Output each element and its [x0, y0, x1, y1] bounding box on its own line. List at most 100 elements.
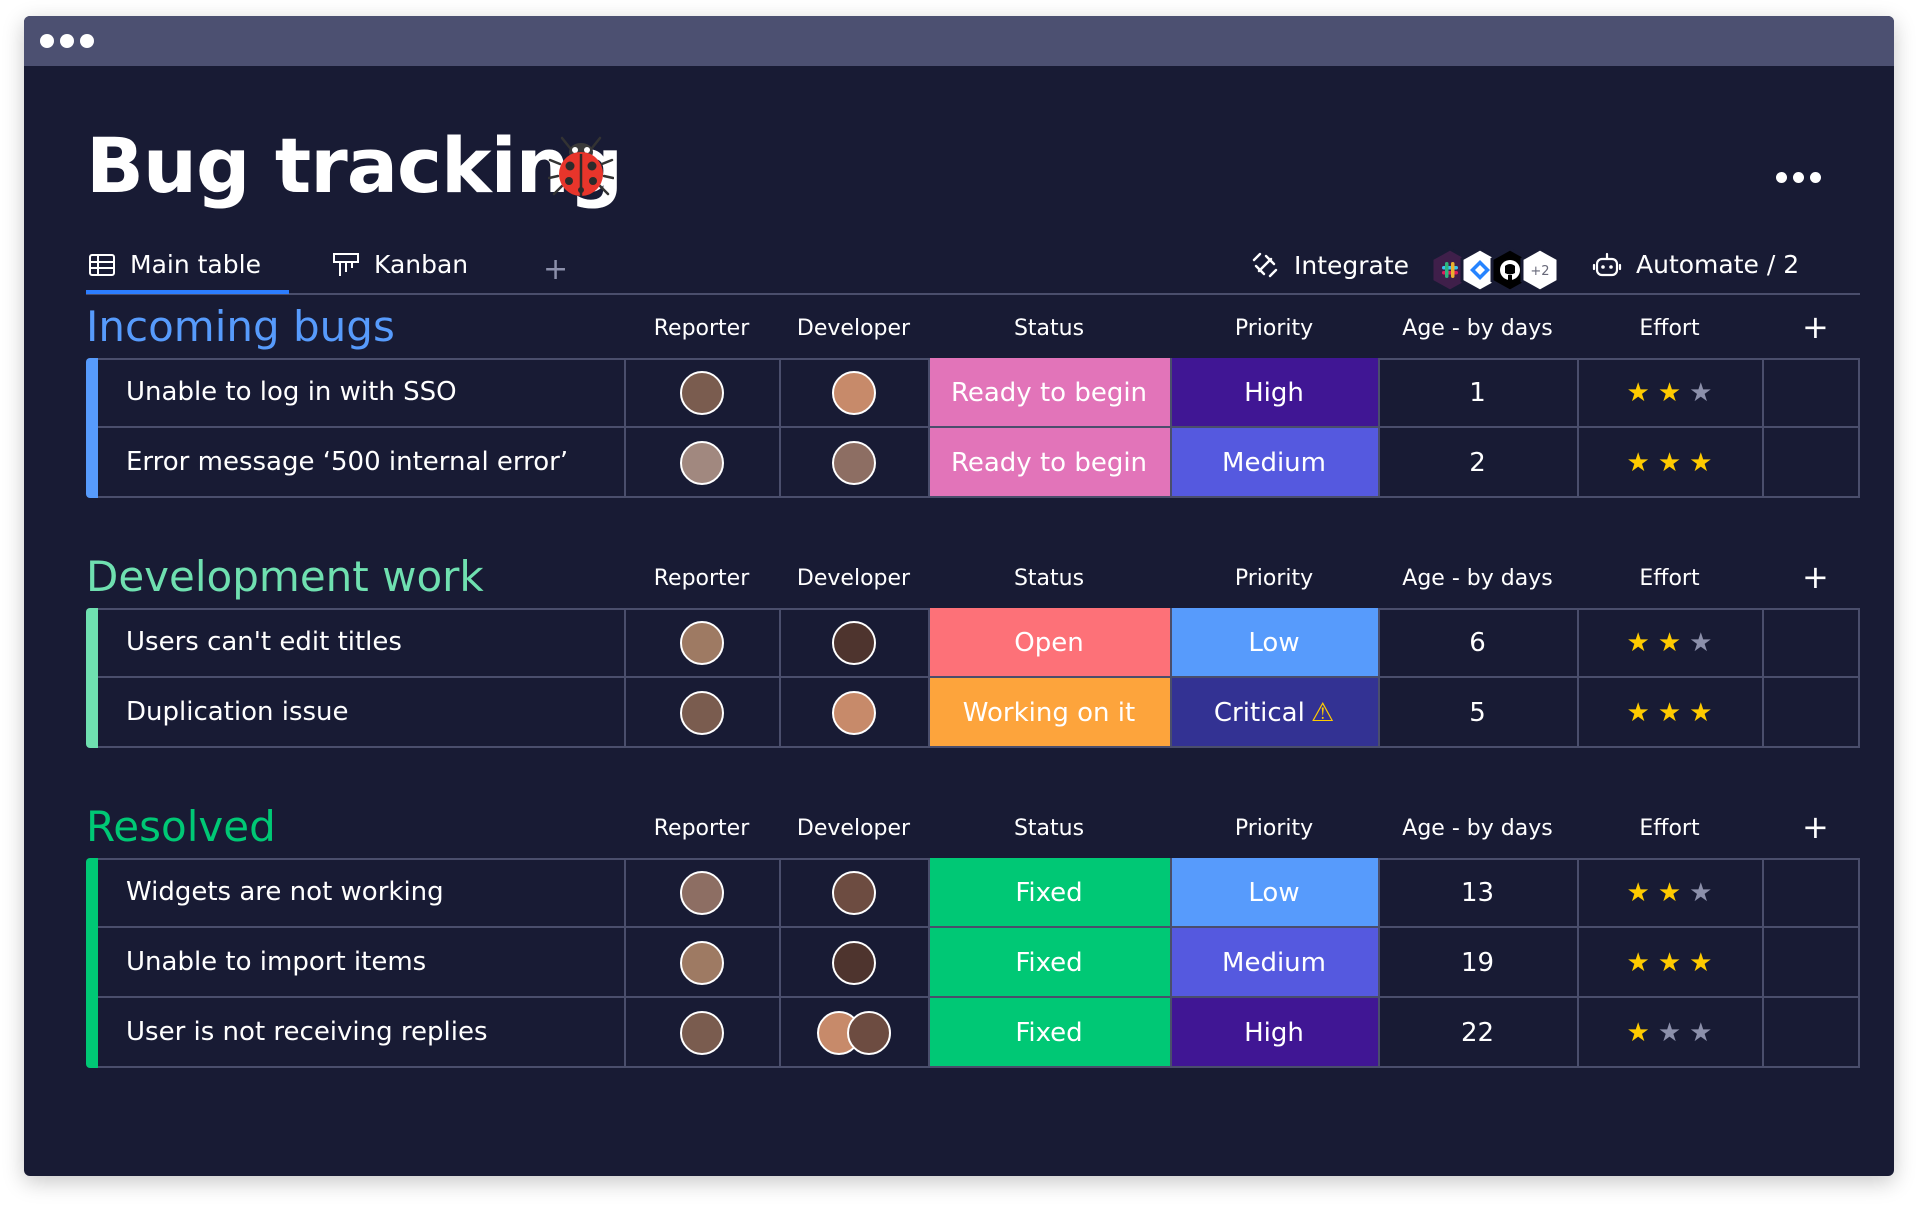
effort-rating[interactable]: ★ ★ ★	[1577, 998, 1762, 1068]
table-row[interactable]: Error message ‘500 internal error’ Ready …	[86, 428, 1860, 498]
age-cell[interactable]: 5	[1378, 678, 1577, 748]
developer-cell[interactable]	[779, 608, 928, 678]
developer-avatar[interactable]	[846, 1011, 891, 1055]
column-header[interactable]: Effort	[1577, 316, 1762, 341]
column-header[interactable]: Reporter	[624, 816, 779, 841]
column-header[interactable]: Priority	[1170, 566, 1378, 591]
status-cell[interactable]: Working on it	[928, 678, 1170, 748]
star-icon[interactable]: ★	[1689, 448, 1712, 478]
column-header[interactable]: Priority	[1170, 316, 1378, 341]
reporter-cell[interactable]	[624, 928, 779, 998]
priority-cell[interactable]: Medium	[1170, 428, 1378, 498]
item-name[interactable]: Unable to import items	[126, 947, 426, 977]
status-cell[interactable]: Ready to begin	[928, 358, 1170, 428]
developer-cell[interactable]	[779, 358, 928, 428]
column-header[interactable]: Age - by days	[1378, 816, 1577, 841]
add-column-button[interactable]: +	[1802, 808, 1829, 846]
status-cell[interactable]: Ready to begin	[928, 428, 1170, 498]
star-icon[interactable]: ★	[1689, 628, 1712, 658]
column-header[interactable]: Priority	[1170, 816, 1378, 841]
star-icon[interactable]: ★	[1689, 698, 1712, 728]
column-header[interactable]: Developer	[779, 816, 928, 841]
group-title[interactable]: Development work	[86, 556, 484, 598]
effort-rating[interactable]: ★ ★ ★	[1577, 608, 1762, 678]
add-view-button[interactable]: +	[543, 252, 568, 287]
table-row[interactable]: Unable to log in with SSO Ready to begin H…	[86, 358, 1860, 428]
priority-cell[interactable]: High	[1170, 998, 1378, 1068]
star-icon[interactable]: ★	[1689, 878, 1712, 908]
age-cell[interactable]: 1	[1378, 358, 1577, 428]
star-icon[interactable]: ★	[1658, 698, 1681, 728]
star-icon[interactable]: ★	[1658, 628, 1681, 658]
integrate-button[interactable]: Integrate	[1250, 250, 1409, 280]
star-icon[interactable]: ★	[1627, 878, 1650, 908]
column-header[interactable]: Status	[928, 316, 1170, 341]
reporter-avatar[interactable]	[679, 371, 724, 415]
column-header[interactable]: Effort	[1577, 816, 1762, 841]
priority-cell[interactable]: Medium	[1170, 928, 1378, 998]
developer-cell[interactable]	[779, 928, 928, 998]
star-icon[interactable]: ★	[1627, 378, 1650, 408]
column-header[interactable]: Status	[928, 566, 1170, 591]
item-name[interactable]: Duplication issue	[126, 697, 349, 727]
effort-rating[interactable]: ★ ★ ★	[1577, 858, 1762, 928]
tab-kanban[interactable]: Kanban	[332, 250, 468, 279]
add-column-button[interactable]: +	[1802, 558, 1829, 596]
age-cell[interactable]: 19	[1378, 928, 1577, 998]
developer-cell[interactable]	[779, 858, 928, 928]
star-icon[interactable]: ★	[1689, 378, 1712, 408]
table-row[interactable]: Duplication issue Working on it Critical ⚠ 5…	[86, 678, 1860, 748]
status-cell[interactable]: Fixed	[928, 928, 1170, 998]
table-row[interactable]: Widgets are not working Fixed Low 13 ★ ★ ★	[86, 858, 1860, 928]
reporter-cell[interactable]	[624, 428, 779, 498]
developer-avatar[interactable]	[831, 371, 876, 415]
column-header[interactable]: Developer	[779, 566, 928, 591]
item-name[interactable]: User is not receiving replies	[126, 1017, 488, 1047]
star-icon[interactable]: ★	[1627, 698, 1650, 728]
reporter-avatar[interactable]	[679, 691, 724, 735]
status-cell[interactable]: Fixed	[928, 998, 1170, 1068]
status-cell[interactable]: Open	[928, 608, 1170, 678]
developer-avatar[interactable]	[831, 621, 876, 665]
priority-cell[interactable]: Low	[1170, 608, 1378, 678]
age-cell[interactable]: 6	[1378, 608, 1577, 678]
star-icon[interactable]: ★	[1627, 448, 1650, 478]
star-icon[interactable]: ★	[1658, 378, 1681, 408]
status-cell[interactable]: Fixed	[928, 858, 1170, 928]
group-title[interactable]: Resolved	[86, 806, 276, 848]
column-header[interactable]: Effort	[1577, 566, 1762, 591]
column-header[interactable]: Developer	[779, 316, 928, 341]
reporter-avatar[interactable]	[679, 621, 724, 665]
add-column-button[interactable]: +	[1802, 308, 1829, 346]
item-name[interactable]: Error message ‘500 internal error’	[126, 447, 568, 477]
reporter-avatar[interactable]	[679, 871, 724, 915]
reporter-avatar[interactable]	[679, 1011, 724, 1055]
developer-avatar[interactable]	[831, 441, 876, 485]
table-row[interactable]: Unable to import items Fixed Medium 19 ★ ★ ★	[86, 928, 1860, 998]
item-name[interactable]: Users can't edit titles	[126, 627, 402, 657]
star-icon[interactable]: ★	[1627, 948, 1650, 978]
item-name[interactable]: Widgets are not working	[126, 877, 444, 907]
item-name[interactable]: Unable to log in with SSO	[126, 377, 457, 407]
developer-avatar[interactable]	[831, 941, 876, 985]
age-cell[interactable]: 2	[1378, 428, 1577, 498]
age-cell[interactable]: 22	[1378, 998, 1577, 1068]
column-header[interactable]: Reporter	[624, 566, 779, 591]
developer-avatar[interactable]	[831, 871, 876, 915]
table-row[interactable]: User is not receiving replies Fixed High 22…	[86, 998, 1860, 1068]
developer-avatar[interactable]	[831, 691, 876, 735]
age-cell[interactable]: 13	[1378, 858, 1577, 928]
effort-rating[interactable]: ★ ★ ★	[1577, 428, 1762, 498]
reporter-cell[interactable]	[624, 678, 779, 748]
star-icon[interactable]: ★	[1689, 1018, 1712, 1048]
tab-main-table[interactable]: Main table	[88, 250, 261, 279]
star-icon[interactable]: ★	[1658, 948, 1681, 978]
effort-rating[interactable]: ★ ★ ★	[1577, 928, 1762, 998]
reporter-cell[interactable]	[624, 858, 779, 928]
priority-cell[interactable]: High	[1170, 358, 1378, 428]
more-options-icon[interactable]	[1776, 168, 1827, 187]
effort-rating[interactable]: ★ ★ ★	[1577, 678, 1762, 748]
star-icon[interactable]: ★	[1658, 878, 1681, 908]
integration-logos[interactable]: +2	[1430, 245, 1570, 295]
star-icon[interactable]: ★	[1658, 1018, 1681, 1048]
